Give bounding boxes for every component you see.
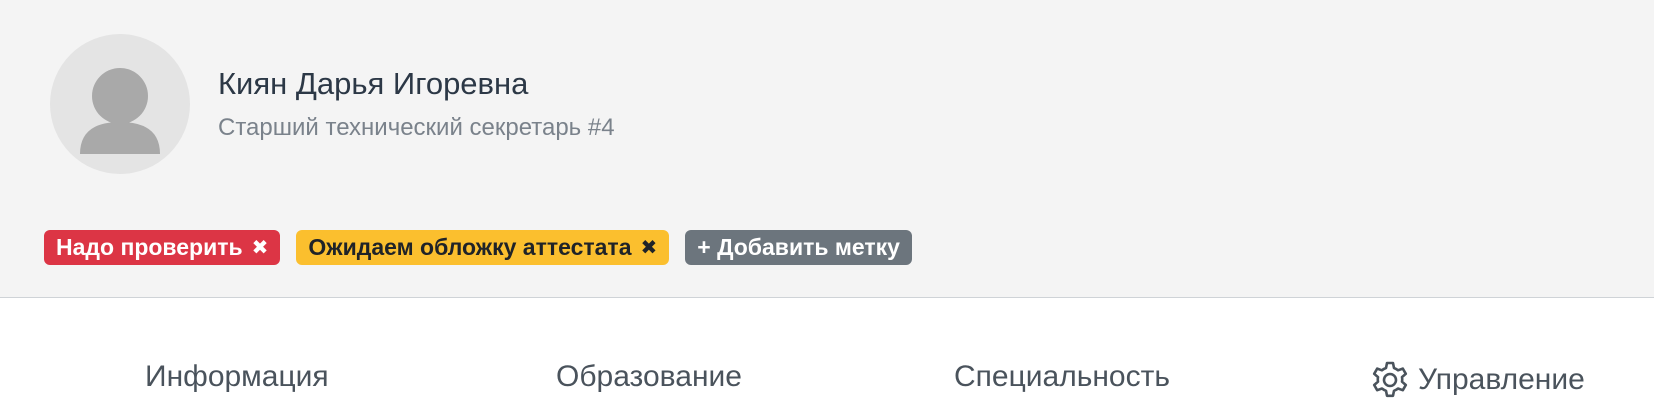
tag-label: Ожидаем обложку аттестата — [308, 234, 632, 260]
tab-label: Специальность — [954, 360, 1170, 393]
user-name: Киян Дарья Игоревна — [218, 66, 529, 101]
tab-label: Образование — [556, 360, 742, 393]
remove-tag-icon[interactable]: ✖ — [641, 235, 658, 260]
remove-tag-icon[interactable]: ✖ — [252, 235, 269, 260]
tab-label: Управление — [1418, 363, 1585, 396]
tag-awaiting-cover: Ожидаем обложку аттестата ✖ — [296, 230, 670, 265]
tag-check-needed: Надо проверить ✖ — [44, 230, 281, 265]
user-role: Старший технический секретарь #4 — [218, 114, 615, 141]
add-tag-button[interactable]: + Добавить метку — [685, 230, 912, 265]
avatar — [50, 34, 190, 174]
tag-list: Надо проверить ✖ Ожидаем обложку аттеста… — [44, 230, 912, 265]
tab-management[interactable]: Управление — [1370, 360, 1585, 400]
tab-bar: Информация Образование Специальность Упр… — [0, 298, 1654, 416]
gear-icon — [1372, 361, 1408, 398]
tab-information[interactable]: Информация — [145, 360, 329, 394]
tab-specialty[interactable]: Специальность — [954, 360, 1170, 394]
tag-label: Надо проверить — [56, 234, 243, 260]
user-silhouette-icon — [80, 68, 160, 154]
profile-header: Киян Дарья Игоревна Старший технический … — [0, 0, 1654, 298]
tab-education[interactable]: Образование — [556, 360, 742, 394]
tab-label: Информация — [145, 360, 329, 393]
